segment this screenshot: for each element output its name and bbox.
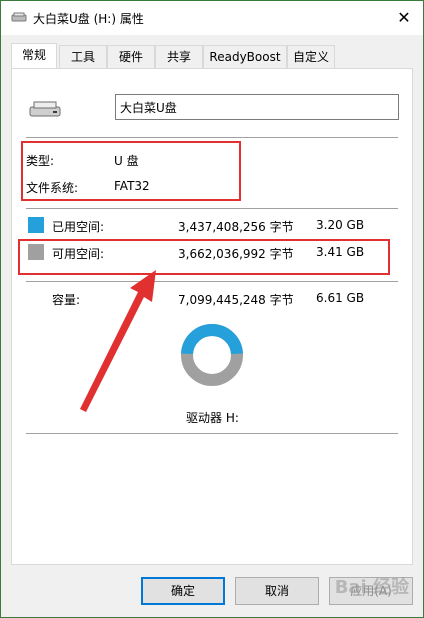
free-space-size: 3.41 GB <box>316 245 365 259</box>
tab-sharing[interactable]: 共享 <box>155 45 203 68</box>
drive-name-field[interactable] <box>115 94 399 120</box>
title-bar[interactable]: 大白菜U盘 (H:) 属性 ✕ <box>1 1 423 35</box>
used-space-label: 已用空间: <box>52 220 105 234</box>
tab-general[interactable]: 常规 <box>11 43 57 69</box>
capacity-donut-chart <box>181 324 243 386</box>
tab-hardware[interactable]: 硬件 <box>107 45 155 68</box>
usb-drive-icon <box>11 11 27 26</box>
free-space-label: 可用空间: <box>52 247 105 261</box>
capacity-bytes: 7,099,445,248 字节 <box>178 293 294 307</box>
type-value: U 盘 <box>114 154 139 168</box>
used-space-bytes: 3,437,408,256 字节 <box>178 220 294 234</box>
used-space-size: 3.20 GB <box>316 218 365 232</box>
divider <box>26 208 398 209</box>
divider <box>26 433 398 434</box>
filesystem-label: 文件系统: <box>26 181 79 195</box>
free-space-bytes: 3,662,036,992 字节 <box>178 247 294 261</box>
window-title: 大白菜U盘 (H:) 属性 <box>33 12 144 26</box>
ok-button[interactable]: 确定 <box>141 577 225 605</box>
free-space-swatch <box>28 244 44 260</box>
red-arrow-annotation <box>80 270 156 412</box>
drive-letter-label: 驱动器 H: <box>186 411 239 425</box>
tab-customize[interactable]: 自定义 <box>287 45 335 68</box>
used-space-arc <box>181 324 243 355</box>
properties-window: 大白菜U盘 (H:) 属性 ✕ 常规 工具 硬件 共享 ReadyBoost 自… <box>0 0 424 618</box>
drive-icon <box>28 99 62 122</box>
filesystem-value: FAT32 <box>114 179 150 193</box>
cancel-button[interactable]: 取消 <box>235 577 319 605</box>
capacity-size: 6.61 GB <box>316 291 365 305</box>
type-label: 类型: <box>26 154 55 168</box>
tab-tools[interactable]: 工具 <box>59 45 107 68</box>
used-space-swatch <box>28 217 44 233</box>
tab-readyboost[interactable]: ReadyBoost <box>203 45 287 68</box>
divider <box>26 137 398 138</box>
general-panel: 类型: U 盘 文件系统: FAT32 已用空间: 3,437,408,256 … <box>11 68 413 565</box>
watermark-logo: Bai 经验 <box>334 577 409 598</box>
close-button[interactable]: ✕ <box>393 7 415 29</box>
